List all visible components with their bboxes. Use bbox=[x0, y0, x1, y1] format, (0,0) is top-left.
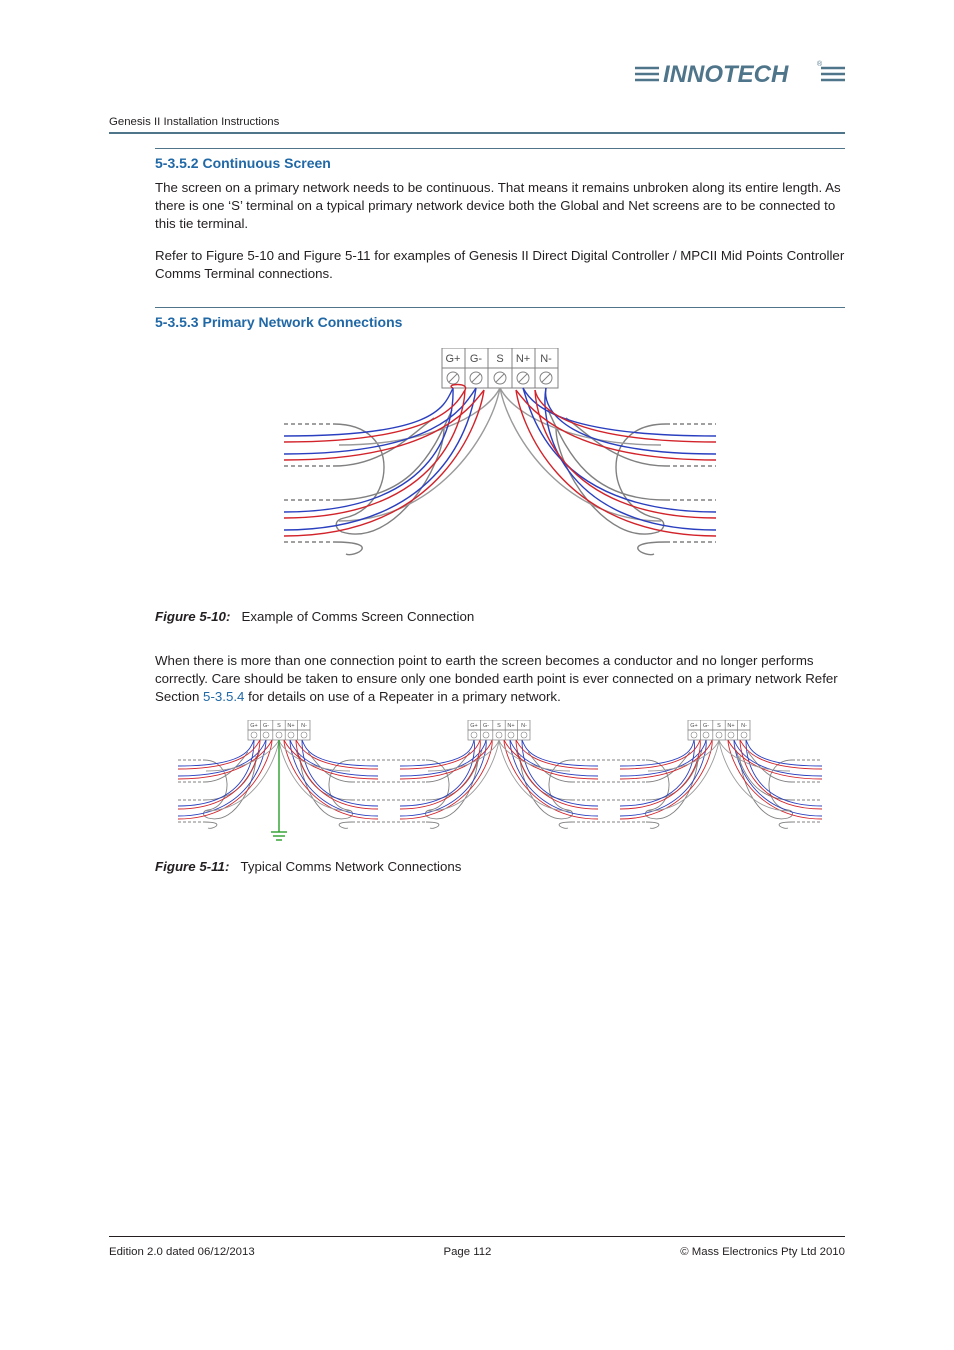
svg-text:®: ® bbox=[817, 60, 823, 68]
running-head: Genesis II Installation Instructions bbox=[109, 116, 279, 128]
footer-edition: Edition 2.0 dated 06/12/2013 bbox=[109, 1246, 255, 1258]
svg-text:G-: G- bbox=[483, 723, 489, 729]
body-text: When there is more than one connection p… bbox=[155, 652, 845, 706]
svg-text:G-: G- bbox=[263, 723, 269, 729]
page-footer: Edition 2.0 dated 06/12/2013 Page 112 © … bbox=[109, 1246, 845, 1258]
svg-text:G-: G- bbox=[703, 723, 709, 729]
body-text: The screen on a primary network needs to… bbox=[155, 179, 845, 233]
svg-text:G+: G+ bbox=[470, 723, 478, 729]
svg-text:G+: G+ bbox=[690, 723, 698, 729]
figure-label: Figure 5-11: bbox=[155, 859, 229, 874]
figure-caption: Figure 5-10: Example of Comms Screen Con… bbox=[155, 609, 845, 624]
figure-5-11: G+ G- S N+ N- G+ G- S N+ N- bbox=[155, 720, 845, 847]
section-link-5-3-5-4[interactable]: 5-3.5.4 bbox=[203, 689, 244, 704]
svg-text:S: S bbox=[277, 723, 281, 729]
svg-text:N-: N- bbox=[521, 723, 527, 729]
section-rule bbox=[155, 148, 845, 149]
svg-text:G+: G+ bbox=[250, 723, 258, 729]
header-rule bbox=[109, 132, 845, 134]
svg-text:N+: N+ bbox=[287, 723, 294, 729]
svg-text:N+: N+ bbox=[727, 723, 734, 729]
figure-label: Figure 5-10: bbox=[155, 609, 230, 624]
figure-caption-text: Example of Comms Screen Connection bbox=[241, 609, 474, 624]
terminal-label: N+ bbox=[516, 353, 530, 365]
terminal-label: G+ bbox=[446, 353, 461, 365]
svg-text:S: S bbox=[717, 723, 721, 729]
section-rule bbox=[155, 307, 845, 308]
figure-caption: Figure 5-11: Typical Comms Network Conne… bbox=[155, 859, 845, 874]
footer-page: Page 112 bbox=[443, 1246, 491, 1258]
footer-rule bbox=[109, 1236, 845, 1237]
heading-5-3-5-3: 5-3.5.3 Primary Network Connections bbox=[155, 314, 845, 330]
heading-5-3-5-2: 5-3.5.2 Continuous Screen bbox=[155, 155, 845, 171]
svg-text:N-: N- bbox=[301, 723, 307, 729]
terminal-label: G- bbox=[470, 353, 483, 365]
terminal-label: N- bbox=[540, 353, 552, 365]
figure-5-10: G+ G- S N+ N- bbox=[155, 348, 845, 581]
logo-text: INNOTECH bbox=[663, 61, 789, 88]
footer-copyright: © Mass Electronics Pty Ltd 2010 bbox=[680, 1246, 845, 1258]
brand-logo: INNOTECH ® bbox=[635, 58, 845, 95]
figure-caption-text: Typical Comms Network Connections bbox=[240, 859, 461, 874]
body-text: Refer to Figure 5-10 and Figure 5-11 for… bbox=[155, 247, 845, 283]
terminal-label: S bbox=[496, 353, 503, 365]
svg-text:S: S bbox=[497, 723, 501, 729]
svg-text:N-: N- bbox=[741, 723, 747, 729]
svg-text:N+: N+ bbox=[507, 723, 514, 729]
